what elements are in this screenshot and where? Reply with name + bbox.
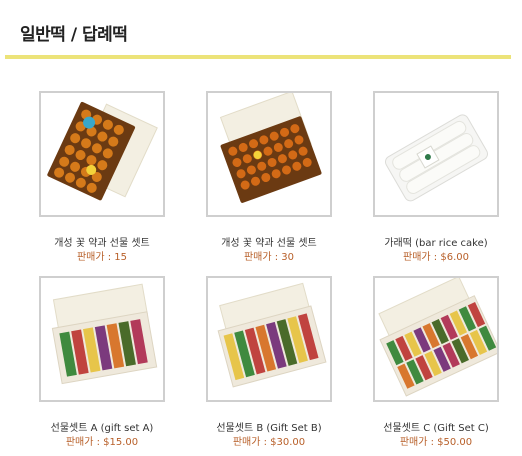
product-name[interactable]: 개성 꽃 약과 선물 셋트 [9, 234, 195, 249]
product-grid: 개성 꽃 약과 선물 셋트 판매가 : 15 개성 꽃 약과 선물 셋트 판매가… [0, 0, 522, 454]
tteok-gift-box-photo [375, 278, 497, 400]
product-thumbnail[interactable] [373, 91, 499, 217]
yakgwa-box-photo [41, 93, 163, 215]
product-price: 판매가 : 15 [76, 252, 128, 263]
product-name[interactable]: 선물셋트 B (Gift Set B) [176, 419, 362, 434]
product-price: 판매가 : $30.00 [232, 437, 306, 448]
product-name[interactable]: 선물셋트 C (Gift Set C) [343, 419, 522, 434]
product-price: 판매가 : 30 [243, 252, 295, 263]
product-thumbnail[interactable] [373, 276, 499, 402]
product-name[interactable]: 가래떡 (bar rice cake) [343, 234, 522, 249]
garaetteok-tray-photo [375, 93, 497, 215]
product-card[interactable]: 가래떡 (bar rice cake) 판매가 : $6.00 [373, 91, 522, 271]
tteok-gift-box-photo [41, 278, 163, 400]
product-thumbnail[interactable] [206, 276, 332, 402]
product-thumbnail[interactable] [206, 91, 332, 217]
product-name[interactable]: 선물셋트 A (gift set A) [9, 419, 195, 434]
product-price: 판매가 : $6.00 [403, 252, 469, 263]
product-price: 판매가 : $50.00 [399, 437, 473, 448]
product-card[interactable]: 선물셋트 C (Gift Set C) 판매가 : $50.00 [373, 276, 522, 456]
product-name[interactable]: 개성 꽃 약과 선물 셋트 [176, 234, 362, 249]
tteok-gift-box-photo [208, 278, 330, 400]
yakgwa-box-photo [208, 93, 330, 215]
product-price: 판매가 : $15.00 [65, 437, 139, 448]
product-thumbnail[interactable] [39, 91, 165, 217]
product-thumbnail[interactable] [39, 276, 165, 402]
